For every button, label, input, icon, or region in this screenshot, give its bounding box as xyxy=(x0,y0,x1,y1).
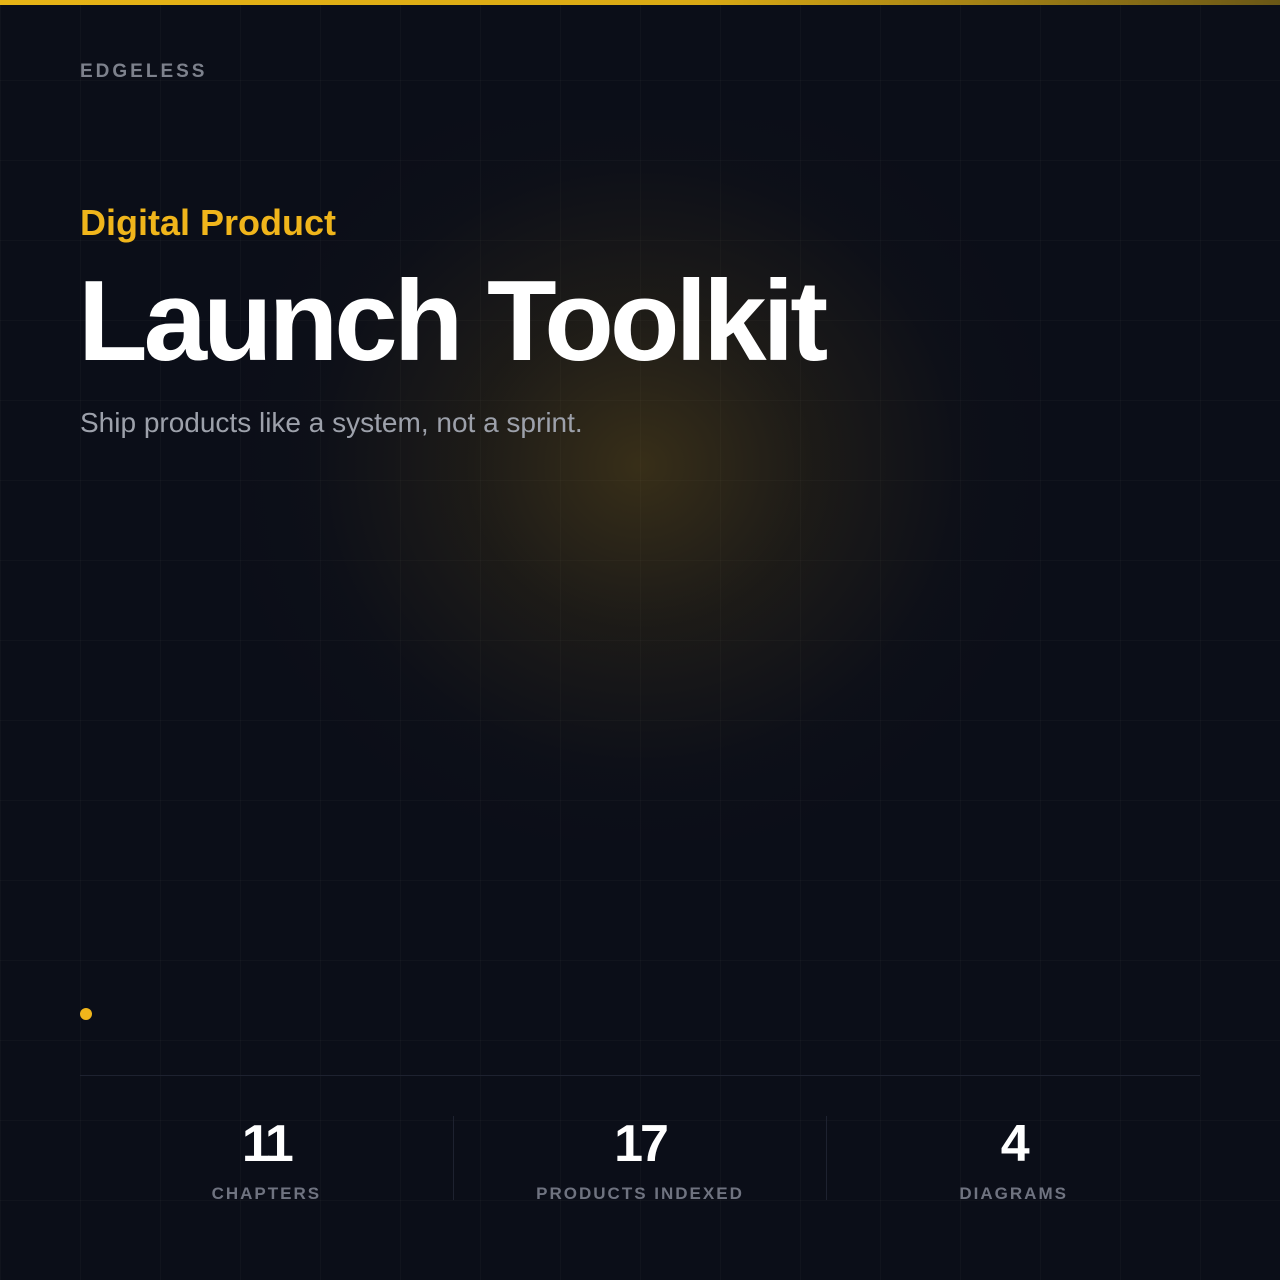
stat-label: PRODUCTS INDEXED xyxy=(536,1184,744,1203)
background-grid xyxy=(0,0,1280,1280)
stat-value: 4 xyxy=(1000,1115,1030,1173)
stat-label: CHAPTERS xyxy=(211,1184,322,1203)
brand-name: EDGELESS xyxy=(80,61,208,82)
stats-divider xyxy=(80,1075,1200,1076)
stat-value: 11 xyxy=(241,1115,294,1173)
hero-eyebrow: Digital Product xyxy=(80,202,337,243)
stat-products-indexed: 17 PRODUCTS INDEXED xyxy=(452,1115,827,1203)
stat-value: 17 xyxy=(614,1115,669,1173)
hero-title: Launch Toolkit xyxy=(78,258,828,385)
background-glow xyxy=(240,120,1040,840)
accent-top-bar xyxy=(0,0,1280,5)
stats-row: 11 CHAPTERS 17 PRODUCTS INDEXED 4 DIAGRA… xyxy=(80,1115,1200,1203)
hero-tagline: Ship products like a system, not a sprin… xyxy=(80,407,583,438)
stat-chapters: 11 CHAPTERS xyxy=(80,1115,453,1203)
stat-diagrams: 4 DIAGRAMS xyxy=(826,1115,1200,1203)
stat-label: DIAGRAMS xyxy=(959,1184,1068,1203)
accent-dot xyxy=(80,1008,92,1020)
